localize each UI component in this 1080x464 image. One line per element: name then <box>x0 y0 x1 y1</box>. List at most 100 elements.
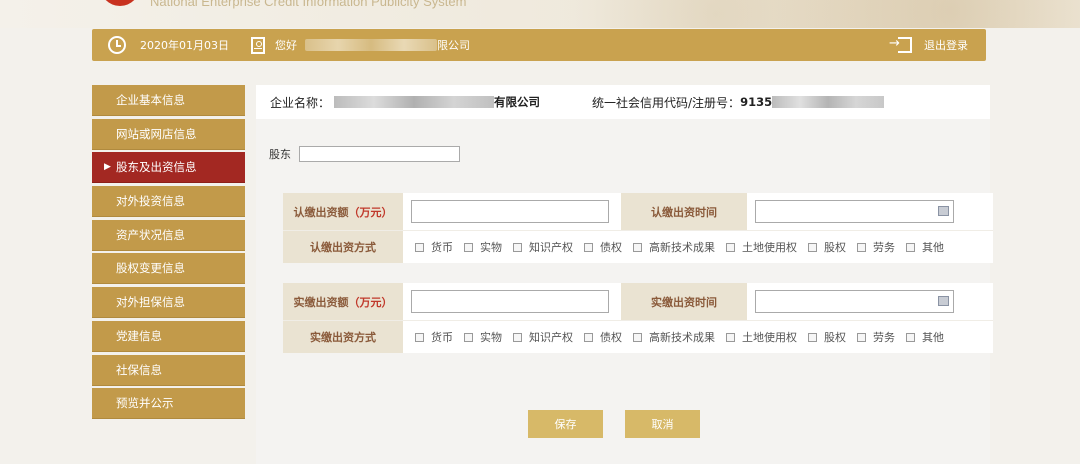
checkbox-currency[interactable]: 货币 <box>415 239 453 255</box>
sidebar-item-label: 对外投资信息 <box>116 194 185 209</box>
checkbox-equity[interactable]: 股权 <box>808 239 846 255</box>
sidebar-item-assets[interactable]: 资产状况信息 <box>92 219 245 251</box>
shareholder-label: 股东 <box>269 148 291 161</box>
paid-amount-label-text: 实缴出资额 <box>293 295 349 309</box>
paid-method-label: 实缴出资方式 <box>283 321 403 353</box>
shareholder-row: 股东 <box>269 146 460 162</box>
sidebar-item-guarantee[interactable]: 对外担保信息 <box>92 287 245 319</box>
paid-contribution-block: 实缴出资额 （万元） 实缴出资时间 实缴出资方式 货币 实物 知识产权 债权 高新… <box>283 283 993 353</box>
subscribed-time-input[interactable] <box>755 200 954 223</box>
redacted-company-name <box>334 96 495 108</box>
checkbox-icon[interactable] <box>584 332 593 342</box>
checkbox-physical[interactable]: 实物 <box>464 239 502 255</box>
sidebar-item-equity-change[interactable]: 股权变更信息 <box>92 253 245 285</box>
company-header: 企业名称： 有限公司 统一社会信用代码/注册号： 9135 <box>256 85 990 119</box>
sidebar-item-label: 企业基本信息 <box>116 93 185 107</box>
site-banner: National Enterprise Credit Information P… <box>0 0 1080 28</box>
checkbox-hightech[interactable]: 高新技术成果 <box>633 239 715 255</box>
checkbox-labor[interactable]: 劳务 <box>857 329 895 345</box>
subscribed-amount-input[interactable] <box>411 200 609 223</box>
checkbox-icon[interactable] <box>513 332 522 342</box>
national-emblem-icon <box>100 0 140 6</box>
checkbox-other[interactable]: 其他 <box>906 329 944 345</box>
checkbox-ip[interactable]: 知识产权 <box>513 329 573 345</box>
checkbox-icon[interactable] <box>415 242 424 252</box>
sidebar-item-label: 股权变更信息 <box>116 261 185 276</box>
reg-code-label: 统一社会信用代码/注册号： <box>592 95 741 110</box>
checkbox-icon[interactable] <box>464 242 473 252</box>
paid-time-input[interactable] <box>755 290 954 313</box>
subscribed-amount-row: 认缴出资额 （万元） 认缴出资时间 <box>283 193 993 231</box>
option-label: 债权 <box>600 331 622 344</box>
option-label: 股权 <box>824 331 846 344</box>
checkbox-icon[interactable] <box>726 242 735 252</box>
banner-decoration <box>560 0 1080 28</box>
checkbox-creditor[interactable]: 债权 <box>584 329 622 345</box>
checkbox-currency[interactable]: 货币 <box>415 329 453 345</box>
checkbox-icon[interactable] <box>906 332 915 342</box>
calendar-icon[interactable] <box>938 296 949 306</box>
sidebar-item-social-security[interactable]: 社保信息 <box>92 354 245 386</box>
option-label: 知识产权 <box>529 241 573 254</box>
sidebar-item-outbound-investment[interactable]: 对外投资信息 <box>92 186 245 218</box>
checkbox-icon[interactable] <box>513 242 522 252</box>
option-label: 实物 <box>480 331 502 344</box>
company-suffix: 限公司 <box>437 39 470 52</box>
greeting: 您好 <box>275 39 297 52</box>
calendar-icon[interactable] <box>938 206 949 216</box>
checkbox-icon[interactable] <box>633 332 642 342</box>
checkbox-hightech[interactable]: 高新技术成果 <box>633 329 715 345</box>
option-label: 高新技术成果 <box>649 241 715 254</box>
save-button[interactable]: 保存 <box>528 410 603 438</box>
reg-code-prefix: 9135 <box>740 95 773 109</box>
checkbox-icon[interactable] <box>633 242 642 252</box>
subscribed-method-row: 认缴出资方式 货币 实物 知识产权 债权 高新技术成果 土地使用权 股权 劳务 … <box>283 231 993 263</box>
paid-amount-label: 实缴出资额 （万元） <box>283 283 403 320</box>
checkbox-creditor[interactable]: 债权 <box>584 239 622 255</box>
checkbox-icon[interactable] <box>857 332 866 342</box>
option-label: 债权 <box>600 241 622 254</box>
user-bar: 2020年01月03日 您好 限公司 退出登录 <box>92 29 986 61</box>
checkbox-icon[interactable] <box>415 332 424 342</box>
checkbox-land[interactable]: 土地使用权 <box>726 239 797 255</box>
main-panel: 企业名称： 有限公司 统一社会信用代码/注册号： 9135 股东 认缴出资额 （万… <box>256 85 993 464</box>
sidebar-item-basic-info[interactable]: 企业基本信息 <box>92 85 245 116</box>
sidebar-item-website-info[interactable]: 网站或网店信息 <box>92 118 245 150</box>
option-label: 股权 <box>824 241 846 254</box>
sidebar-item-label: 网站或网店信息 <box>116 126 197 141</box>
logout-icon <box>889 36 912 53</box>
checkbox-icon[interactable] <box>584 242 593 252</box>
option-label: 劳务 <box>873 241 895 254</box>
subscribed-method-label: 认缴出资方式 <box>283 231 403 263</box>
subscribed-time-label: 认缴出资时间 <box>621 193 747 230</box>
sidebar-item-party-building[interactable]: 党建信息 <box>92 320 245 352</box>
checkbox-labor[interactable]: 劳务 <box>857 239 895 255</box>
checkbox-icon[interactable] <box>808 242 817 252</box>
cancel-button[interactable]: 取消 <box>625 410 700 438</box>
checkbox-icon[interactable] <box>726 332 735 342</box>
logout-button[interactable]: 退出登录 <box>889 36 968 53</box>
sidebar-item-shareholder-info[interactable]: ▶ 股东及出资信息 <box>92 152 245 184</box>
checkbox-icon[interactable] <box>464 332 473 342</box>
redacted-company-name <box>305 39 437 51</box>
option-label: 土地使用权 <box>742 241 797 254</box>
paid-method-options: 货币 实物 知识产权 债权 高新技术成果 土地使用权 股权 劳务 其他 <box>403 329 955 345</box>
company-name-suffix: 有限公司 <box>494 95 541 109</box>
checkbox-icon[interactable] <box>808 332 817 342</box>
checkbox-equity[interactable]: 股权 <box>808 329 846 345</box>
sidebar-item-label: 预览并公示 <box>116 396 174 411</box>
sidebar-item-label: 社保信息 <box>116 362 162 377</box>
checkbox-physical[interactable]: 实物 <box>464 329 502 345</box>
option-label: 高新技术成果 <box>649 331 715 344</box>
shareholder-input[interactable] <box>299 146 460 162</box>
checkbox-land[interactable]: 土地使用权 <box>726 329 797 345</box>
paid-amount-row: 实缴出资额 （万元） 实缴出资时间 <box>283 283 993 321</box>
sidebar-item-preview-publish[interactable]: 预览并公示 <box>92 388 245 420</box>
option-label: 知识产权 <box>529 331 573 344</box>
amount-unit: （万元） <box>348 205 393 219</box>
checkbox-icon[interactable] <box>906 242 915 252</box>
paid-amount-input[interactable] <box>411 290 609 313</box>
checkbox-ip[interactable]: 知识产权 <box>513 239 573 255</box>
checkbox-icon[interactable] <box>857 242 866 252</box>
checkbox-other[interactable]: 其他 <box>906 239 944 255</box>
